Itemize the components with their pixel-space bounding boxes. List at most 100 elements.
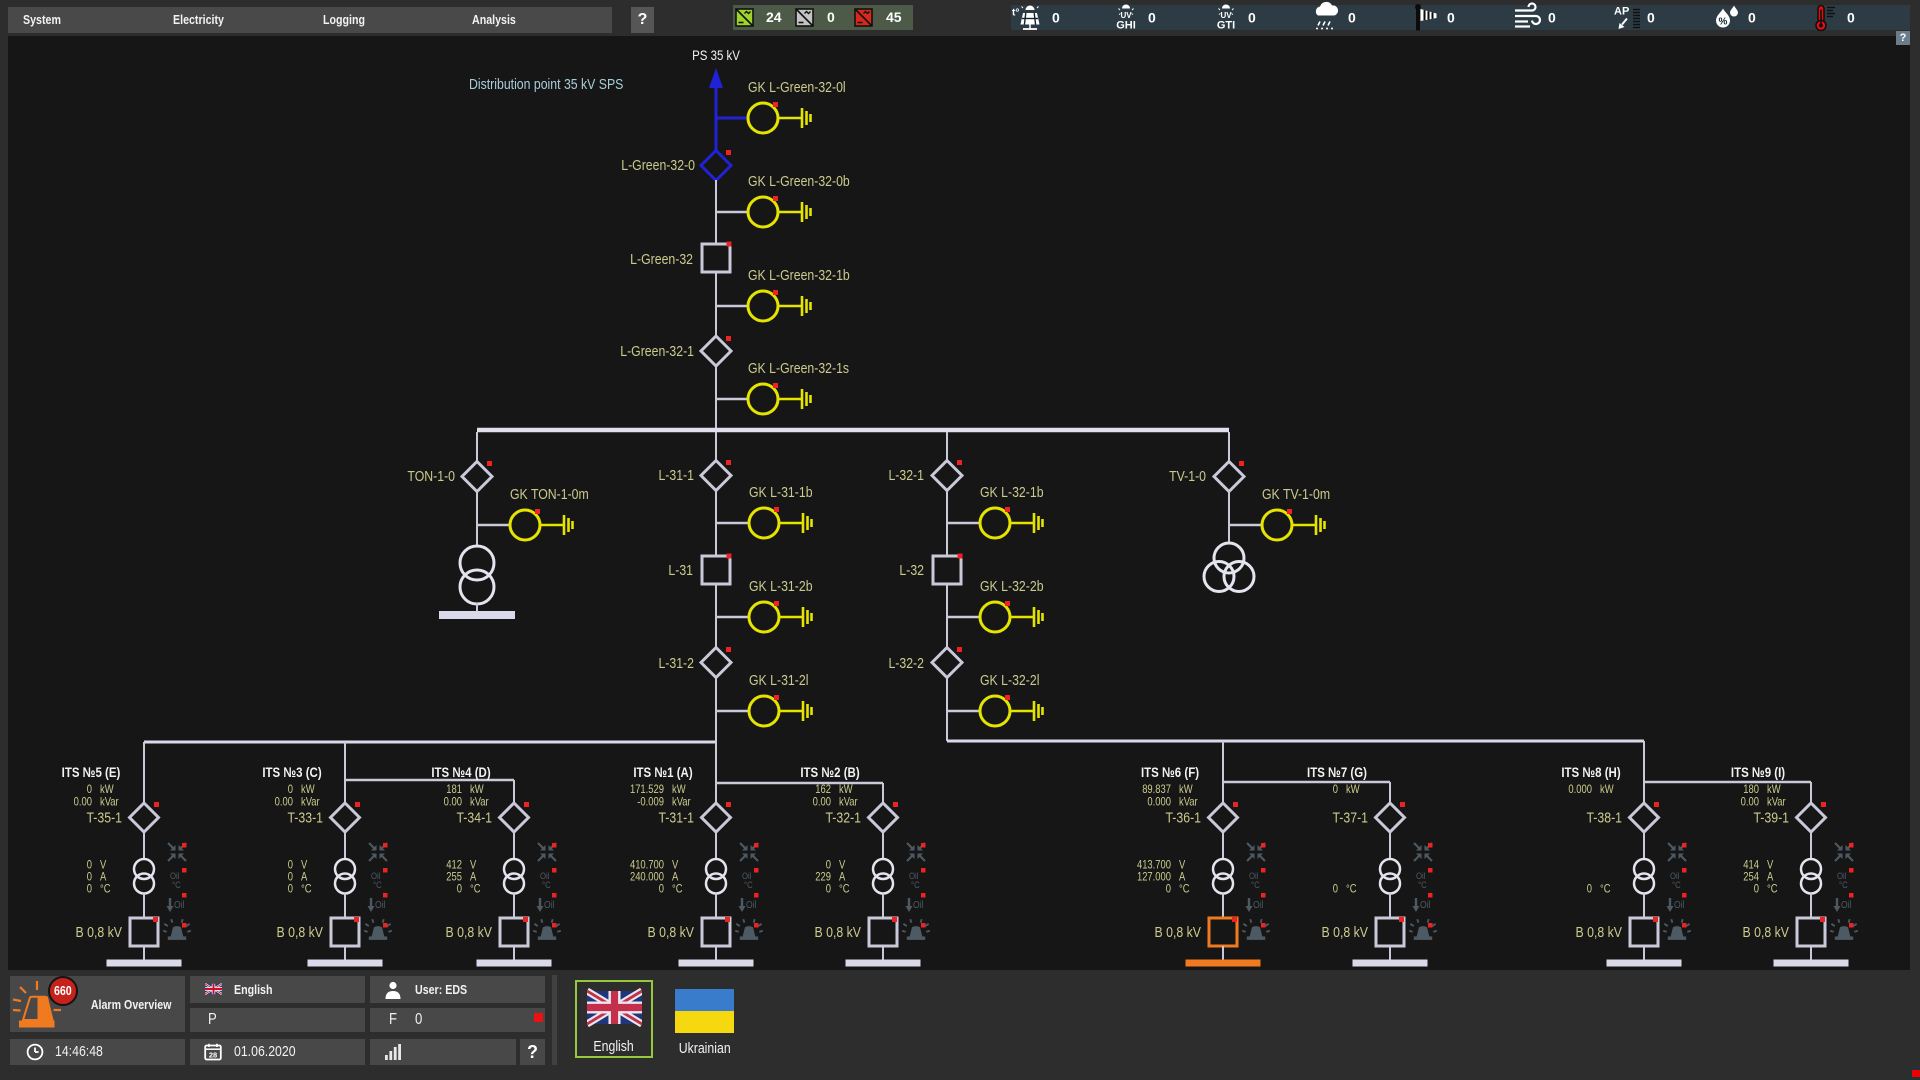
svg-text:T-39-1: T-39-1 (1753, 809, 1789, 825)
svg-text:0.00: 0.00 (1741, 796, 1759, 809)
svg-text:°C: °C (839, 883, 850, 896)
svg-text:kW: kW (1600, 783, 1614, 796)
svg-text:B 0,8 kV: B 0,8 kV (76, 924, 123, 940)
svg-text:°C: °C (1346, 883, 1357, 896)
svg-text:0.00: 0.00 (275, 796, 293, 809)
svg-text:GK L-32-2b: GK L-32-2b (980, 578, 1044, 594)
svg-text:kW: kW (1346, 783, 1360, 796)
svg-text:0: 0 (1166, 883, 1171, 896)
svg-text:B 0,8 kV: B 0,8 kV (648, 924, 695, 940)
svg-text:0: 0 (457, 883, 462, 896)
svg-text:T-35-1: T-35-1 (86, 809, 122, 825)
svg-text:ITS №8 (H): ITS №8 (H) (1561, 764, 1620, 780)
svg-text:0: 0 (1447, 10, 1455, 26)
svg-text:kVar: kVar (839, 796, 858, 809)
svg-text:%: % (1719, 17, 1728, 28)
svg-text:GK L-Green-32-0l: GK L-Green-32-0l (748, 79, 846, 95)
svg-text:T-34-1: T-34-1 (456, 809, 492, 825)
svg-text:T-37-1: T-37-1 (1332, 809, 1368, 825)
svg-text:kW: kW (100, 783, 114, 796)
svg-text:Oil: Oil (375, 899, 386, 911)
svg-text:Oil: Oil (1253, 899, 1264, 911)
svg-text:T-33-1: T-33-1 (287, 809, 323, 825)
svg-text:ITS №3 (C): ITS №3 (C) (262, 764, 321, 780)
svg-text:ITS №5 (E): ITS №5 (E) (62, 764, 121, 780)
svg-text:L-31: L-31 (668, 562, 693, 578)
svg-text:0: 0 (1148, 10, 1156, 26)
svg-text:Oil: Oil (1674, 899, 1685, 911)
svg-text:kW: kW (1767, 783, 1781, 796)
svg-text:TON-1-0: TON-1-0 (407, 468, 455, 484)
svg-text:GK L-Green-32-1s: GK L-Green-32-1s (748, 360, 849, 376)
svg-text:B 0,8 kV: B 0,8 kV (1743, 924, 1790, 940)
svg-text:ITS №6 (F): ITS №6 (F) (1141, 764, 1199, 780)
svg-text:0: 0 (1847, 10, 1855, 26)
svg-text:°C: °C (470, 883, 481, 896)
svg-text:kVar: kVar (470, 796, 489, 809)
svg-text:L-32: L-32 (899, 562, 924, 578)
svg-text:ITS №1 (A): ITS №1 (A) (633, 764, 692, 780)
svg-text:GK L-31-1b: GK L-31-1b (749, 484, 813, 500)
svg-text:0.000: 0.000 (1568, 783, 1592, 796)
svg-text:kW: kW (672, 783, 686, 796)
svg-text:kVar: kVar (672, 796, 691, 809)
svg-text:PS 35 kV: PS 35 kV (692, 47, 740, 63)
svg-text:28: 28 (209, 1051, 217, 1060)
svg-text:GK L-31-2b: GK L-31-2b (749, 578, 813, 594)
svg-text:T-38-1: T-38-1 (1586, 809, 1622, 825)
svg-text:Oil: Oil (544, 899, 555, 911)
svg-text:Oil: Oil (174, 899, 185, 911)
svg-text:0: 0 (87, 883, 92, 896)
svg-text:-0.009: -0.009 (637, 796, 664, 809)
svg-text:kW: kW (470, 783, 484, 796)
svg-text:0: 0 (87, 783, 92, 796)
svg-text:171.529: 171.529 (630, 783, 664, 796)
svg-text:180: 180 (1743, 783, 1759, 796)
svg-text:°C: °C (1767, 883, 1778, 896)
svg-text:Oil: Oil (1841, 899, 1852, 911)
svg-text:L-31-1: L-31-1 (658, 467, 694, 483)
svg-text:0: 0 (1348, 10, 1356, 26)
svg-text:0: 0 (1587, 883, 1592, 896)
svg-text:°C: °C (1839, 879, 1848, 890)
svg-text:°C: °C (744, 879, 753, 890)
svg-text:kW: kW (839, 783, 853, 796)
svg-text:0.00: 0.00 (444, 796, 462, 809)
svg-text:kVar: kVar (1767, 796, 1786, 809)
svg-text:GK L-32-1b: GK L-32-1b (980, 484, 1044, 500)
svg-text:kVar: kVar (100, 796, 119, 809)
svg-text:T-32-1: T-32-1 (825, 809, 861, 825)
svg-text:°C: °C (1600, 883, 1611, 896)
svg-text:0: 0 (659, 883, 664, 896)
svg-text:0: 0 (1647, 10, 1655, 26)
svg-text:B 0,8 kV: B 0,8 kV (277, 924, 324, 940)
svg-text:GK L-Green-32-0b: GK L-Green-32-0b (748, 173, 850, 189)
svg-text:162: 162 (815, 783, 831, 796)
svg-text:°C: °C (1251, 879, 1260, 890)
svg-text:0: 0 (1052, 10, 1060, 26)
svg-text:TV-1-0: TV-1-0 (1169, 468, 1206, 484)
svg-text:0.00: 0.00 (813, 796, 831, 809)
svg-text:0: 0 (1548, 10, 1556, 26)
svg-text:181: 181 (446, 783, 462, 796)
svg-text:°C: °C (672, 883, 683, 896)
svg-text:Distribution point 35 kV SPS: Distribution point 35 kV SPS (469, 76, 623, 92)
svg-text:AP: AP (1614, 6, 1629, 18)
svg-text:B 0,8 kV: B 0,8 kV (1322, 924, 1369, 940)
svg-text:B 0,8 kV: B 0,8 kV (1576, 924, 1623, 940)
svg-text:t°: t° (1012, 8, 1019, 19)
svg-text:L-Green-32-1: L-Green-32-1 (620, 343, 694, 359)
svg-text:B 0,8 kV: B 0,8 kV (1155, 924, 1202, 940)
svg-text:0: 0 (1248, 10, 1256, 26)
svg-text:kW: kW (1179, 783, 1193, 796)
svg-text:°C: °C (301, 883, 312, 896)
svg-text:Oil: Oil (1420, 899, 1431, 911)
svg-text:T-36-1: T-36-1 (1165, 809, 1201, 825)
svg-text:°C: °C (100, 883, 111, 896)
svg-text:°C: °C (911, 879, 920, 890)
svg-text:L-31-2: L-31-2 (658, 655, 694, 671)
svg-text:GK L-31-2l: GK L-31-2l (749, 672, 808, 688)
svg-text:89.837: 89.837 (1142, 783, 1171, 796)
svg-text:ITS №7 (G): ITS №7 (G) (1307, 764, 1367, 780)
svg-text:kVar: kVar (301, 796, 320, 809)
